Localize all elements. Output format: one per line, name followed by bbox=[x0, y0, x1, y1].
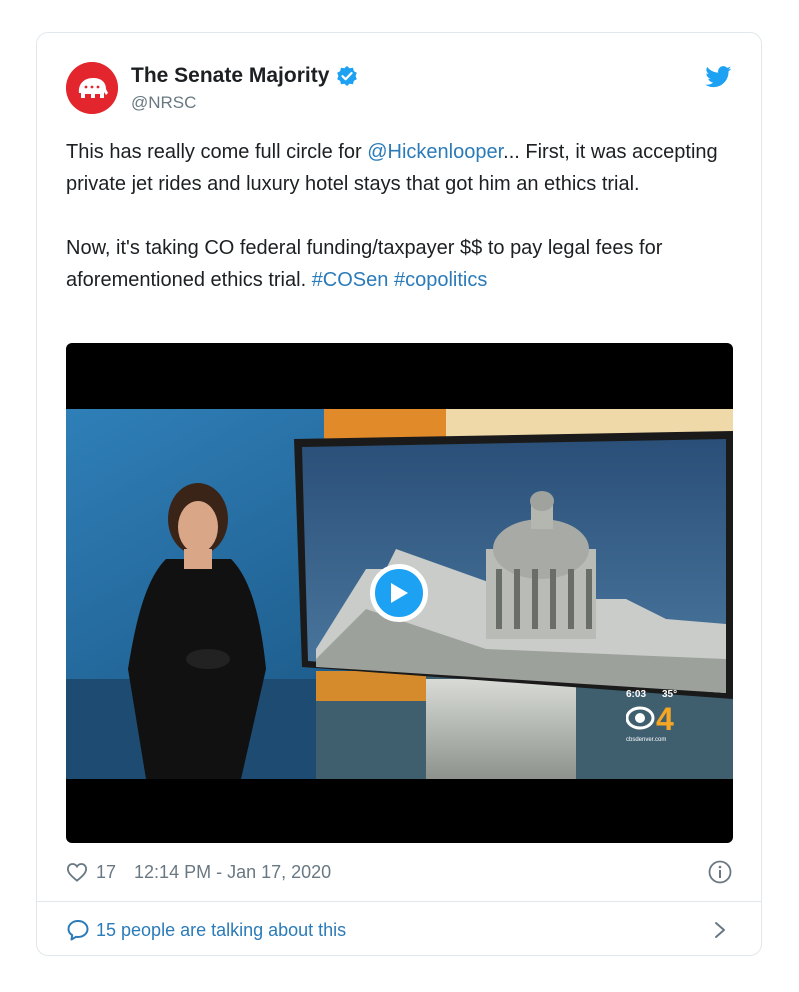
svg-text:4: 4 bbox=[656, 701, 674, 735]
tweet-text: This has really come full circle for @Hi… bbox=[66, 136, 736, 296]
play-button[interactable] bbox=[370, 564, 428, 622]
hashtag-link[interactable]: #copolitics bbox=[394, 269, 487, 291]
bug-temperature: 35° bbox=[662, 689, 678, 700]
divider bbox=[37, 901, 761, 902]
avatar[interactable] bbox=[66, 62, 118, 114]
elephant-logo-icon bbox=[66, 62, 118, 114]
author-name[interactable]: The Senate Majority bbox=[131, 64, 358, 88]
info-icon[interactable] bbox=[708, 860, 732, 884]
conversation-label: 15 people are talking about this bbox=[96, 919, 347, 940]
bug-site: cbsdenver.com bbox=[626, 737, 667, 743]
cbs-eye-logo-icon: 4 bbox=[625, 701, 676, 737]
author-name-label: The Senate Majority bbox=[131, 64, 330, 87]
play-icon bbox=[391, 583, 408, 603]
chevron-right-icon[interactable] bbox=[713, 920, 727, 940]
timestamp[interactable]: 12:14 PM - Jan 17, 2020 bbox=[134, 862, 331, 883]
author-handle[interactable]: @NRSC bbox=[131, 93, 196, 113]
tweet-paragraph-1: This has really come full circle for @Hi… bbox=[66, 136, 736, 200]
speech-bubble-icon bbox=[67, 920, 89, 941]
verified-badge-icon bbox=[336, 65, 358, 87]
heart-icon[interactable] bbox=[66, 862, 88, 882]
hashtag-link[interactable]: #COSen bbox=[312, 269, 389, 291]
video-player[interactable]: 6:03 35° 4 cbsdenver.com bbox=[66, 343, 733, 843]
bug-time: 6:03 bbox=[626, 689, 647, 700]
like-count[interactable]: 17 bbox=[96, 862, 116, 883]
tweet-text-segment: This has really come full circle for bbox=[66, 141, 368, 163]
conversation-link[interactable]: 15 people are talking about this bbox=[66, 917, 346, 943]
twitter-bird-icon[interactable] bbox=[705, 66, 732, 88]
tweet-meta: 17 12:14 PM - Jan 17, 2020 bbox=[66, 860, 331, 884]
mention-link[interactable]: @Hickenlooper bbox=[367, 141, 503, 163]
tweet-paragraph-2: Now, it's taking CO federal funding/taxp… bbox=[66, 232, 736, 296]
